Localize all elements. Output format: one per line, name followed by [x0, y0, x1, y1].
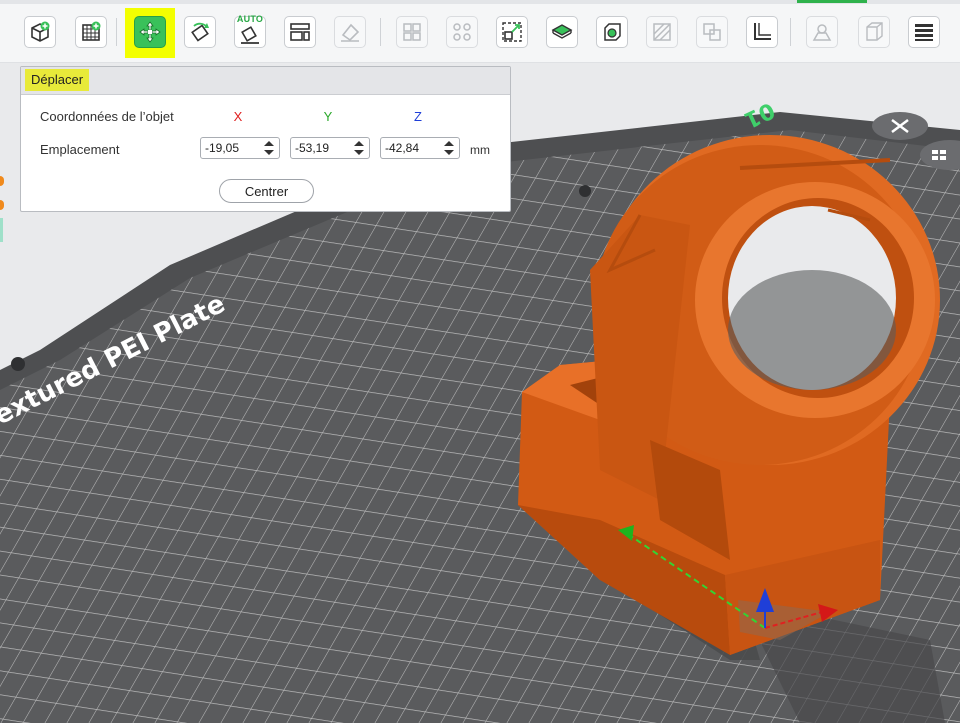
layers-button[interactable] [908, 16, 940, 48]
rotate-tool-button[interactable] [184, 16, 216, 48]
z-position-input[interactable]: -42,84 [380, 137, 460, 159]
boolean-icon [604, 23, 621, 41]
arrange-icon [290, 23, 310, 41]
edge-bar [0, 218, 3, 242]
split-objects-button[interactable] [396, 16, 428, 48]
support-paint-button[interactable] [646, 16, 678, 48]
x-position-input[interactable]: -19,05 [200, 137, 280, 159]
y-position-input[interactable]: -53,19 [290, 137, 370, 159]
spin-arrows-icon[interactable] [443, 140, 455, 156]
auto-badge: AUTO [236, 14, 264, 24]
split-parts-icon [453, 23, 471, 41]
text-emboss-button[interactable] [858, 16, 890, 48]
lay-on-face-icon [341, 23, 360, 42]
unit-label: mm [470, 143, 490, 157]
add-plate-icon [82, 21, 101, 41]
move-tool-icon [139, 21, 161, 43]
z-position-value: -42,84 [385, 141, 420, 155]
panel-header: Déplacer [21, 67, 510, 95]
tab-accent [797, 0, 867, 3]
position-label: Emplacement [40, 142, 120, 157]
split-objects-icon [403, 23, 421, 41]
close-plate-icon [872, 112, 928, 140]
x-position-value: -19,05 [205, 141, 240, 155]
layers-icon [915, 24, 933, 41]
axis-y-label: Y [323, 109, 333, 124]
y-position-value: -53,19 [295, 141, 330, 155]
main-toolbar: AUTO [0, 0, 960, 63]
seam-paint-button[interactable] [696, 16, 728, 48]
lay-on-face-button[interactable] [334, 16, 366, 48]
auto-orient-icon [241, 26, 259, 44]
center-button[interactable]: Centrer [219, 179, 314, 203]
spin-arrows-icon[interactable] [263, 140, 275, 156]
move-panel: Déplacer Coordonnées de l’objet X Y Z Em… [20, 66, 511, 212]
add-object-icon [31, 21, 50, 42]
support-paint-icon [653, 23, 671, 41]
assembly-button[interactable] [806, 16, 838, 48]
add-object-button[interactable] [24, 16, 56, 48]
cut-tool-button[interactable] [546, 16, 578, 48]
spin-arrows-icon[interactable] [353, 140, 365, 156]
add-plate-button[interactable] [75, 16, 107, 48]
seam-paint-icon [703, 23, 721, 41]
cut-tool-icon [551, 24, 573, 39]
assembly-icon [812, 24, 832, 41]
axis-z-label: Z [414, 109, 422, 124]
auto-orient-button[interactable]: AUTO [234, 14, 266, 48]
scale-tool-button[interactable] [496, 16, 528, 48]
rotate-tool-icon [191, 22, 209, 42]
arrange-button[interactable] [284, 16, 316, 48]
boolean-button[interactable] [596, 16, 628, 48]
coords-label: Coordonnées de l’objet [40, 109, 174, 124]
measure-button[interactable] [746, 16, 778, 48]
scale-tool-icon [502, 22, 522, 42]
move-tool-button[interactable] [134, 16, 166, 48]
split-parts-button[interactable] [446, 16, 478, 48]
text-emboss-icon [866, 22, 883, 41]
axis-x-label: X [233, 109, 243, 124]
panel-title: Déplacer [25, 69, 90, 91]
measure-icon [754, 23, 771, 40]
